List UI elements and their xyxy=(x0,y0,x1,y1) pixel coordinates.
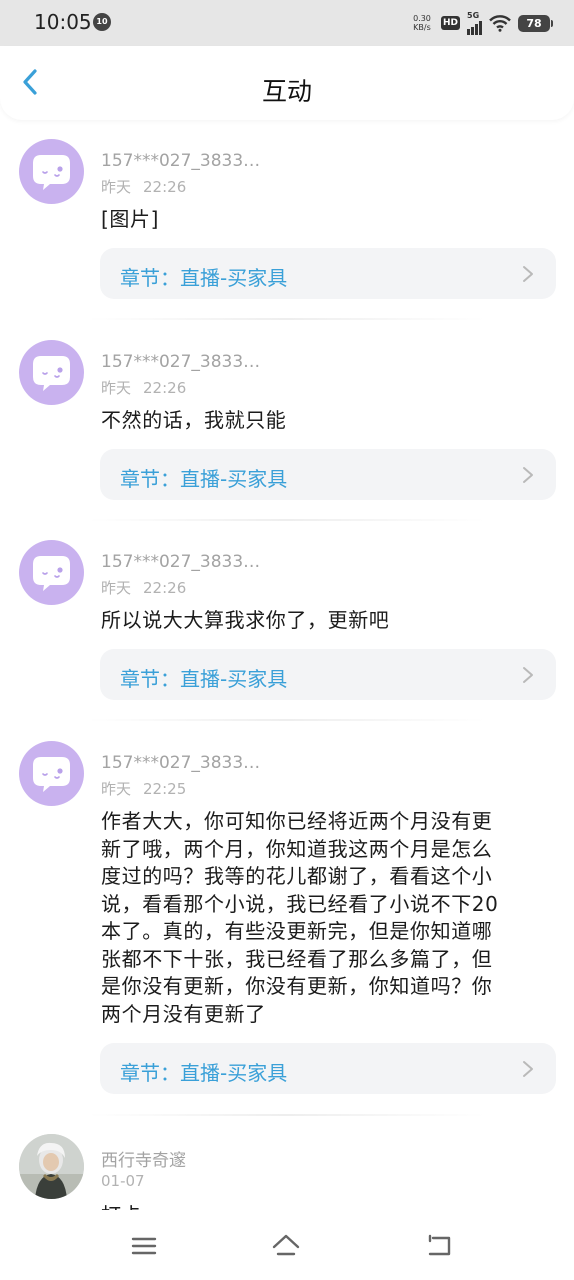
comment-text-line: 作者大大，你可知你已经将近两个月没有更 xyxy=(101,809,493,833)
comment-text: 作者大大，你可知你已经将近两个月没有更 新了哦，两个月，你知道我这两个月是怎么 … xyxy=(101,808,551,1028)
divider xyxy=(88,318,486,320)
header: 互动 xyxy=(0,46,574,120)
comment-text-line: 说，看看那个小说，我已经看了小说不下20 xyxy=(101,891,499,916)
comment-datetime: 01-07 xyxy=(101,1172,145,1190)
home-button[interactable] xyxy=(271,1232,301,1260)
chat-bubble-avatar-icon xyxy=(33,556,70,591)
comment-text: 所以说大大算我求你了，更新吧 xyxy=(101,608,390,632)
notification-badge: 10 xyxy=(93,13,111,31)
comment-text-line: 度过的吗？我等的花儿都谢了，看看这个小 xyxy=(101,864,493,888)
username[interactable]: 157***027_3833… xyxy=(101,151,260,171)
divider xyxy=(88,1114,486,1116)
comment-time: 22:26 xyxy=(143,579,187,597)
menu-button[interactable] xyxy=(129,1232,159,1260)
avatar[interactable] xyxy=(19,540,84,605)
system-back-button[interactable] xyxy=(424,1232,454,1260)
comment-text-line: 新了哦，两个月，你知道我这两个月是怎么 xyxy=(101,836,493,861)
chevron-right-icon xyxy=(523,467,533,483)
comment-time: 22:26 xyxy=(143,379,187,397)
comment-text-line: 是你没有更新，你没有更新，你知道吗？你 xyxy=(101,974,493,998)
comment-text-line: 两个月没有更新了 xyxy=(101,1001,266,1026)
chapter-label: 章节：直播-买家具 xyxy=(120,266,288,290)
comment-datetime: 昨天 22:26 xyxy=(101,377,186,398)
chapter-link[interactable]: 章节：直播-买家具 xyxy=(100,1043,556,1094)
status-indicators: 0.30 KB/s HD 5G 78 xyxy=(410,10,553,36)
chapter-label: 章节：直播-买家具 xyxy=(120,1061,288,1085)
divider xyxy=(88,519,486,521)
comment-time: 22:25 xyxy=(143,780,187,798)
comment-list[interactable]: 157***027_3833… 昨天 22:26 [图片] 章节：直播-买家具 1… xyxy=(0,120,574,1210)
chapter-link[interactable]: 章节：直播-买家具 xyxy=(100,449,556,500)
username[interactable]: 157***027_3833… xyxy=(101,552,260,572)
chevron-right-icon xyxy=(523,266,533,282)
status-time: 10:05 xyxy=(34,10,92,34)
system-nav-bar xyxy=(0,1210,574,1280)
signal-icon: 5G xyxy=(467,10,482,35)
menu-icon xyxy=(131,1237,157,1255)
avatar[interactable] xyxy=(19,139,84,204)
comment-date: 昨天 xyxy=(101,178,132,196)
status-bar: 10:05 10 0.30 KB/s HD 5G 78 xyxy=(0,0,574,46)
page-title: 互动 xyxy=(261,77,312,106)
avatar[interactable] xyxy=(19,1134,84,1199)
comment-text-line: 本了。真的，有些没更新完，但是你知道哪 xyxy=(101,919,493,943)
chapter-label: 章节：直播-买家具 xyxy=(120,467,288,491)
comment-text-line: 张都不下十张，我已经看了那么多篇了，但 xyxy=(101,946,493,971)
comment-datetime: 昨天 22:25 xyxy=(101,778,186,799)
chat-bubble-avatar-icon xyxy=(33,356,70,391)
back-icon xyxy=(428,1234,451,1256)
battery-indicator: 78 xyxy=(518,14,553,32)
comment-date: 01-07 xyxy=(101,1172,145,1190)
comment-datetime: 昨天 22:26 xyxy=(101,577,186,598)
chevron-right-icon xyxy=(523,667,533,683)
chevron-right-icon xyxy=(523,1061,533,1077)
user-photo-avatar-icon xyxy=(19,1134,84,1199)
username[interactable]: 157***027_3833… xyxy=(101,352,260,372)
comment-text: 不然的话，我就只能 xyxy=(101,408,287,432)
comment-date: 昨天 xyxy=(101,579,132,597)
comment-text: 打卡 xyxy=(101,1202,551,1210)
chapter-link[interactable]: 章节：直播-买家具 xyxy=(100,649,556,700)
divider xyxy=(88,719,486,721)
username[interactable]: 157***027_3833… xyxy=(101,753,260,773)
comment-datetime: 昨天 22:26 xyxy=(101,176,186,197)
comment-date: 昨天 xyxy=(101,379,132,397)
net-speed-unit: KB/s xyxy=(413,23,431,32)
hd-badge: HD xyxy=(440,16,460,30)
net-speed-value: 0.30 xyxy=(413,14,431,23)
network-type: 5G xyxy=(467,10,480,20)
chat-bubble-avatar-icon xyxy=(33,757,70,792)
wifi-icon xyxy=(489,15,511,32)
chapter-label: 章节：直播-买家具 xyxy=(120,667,288,691)
net-speed: 0.30 KB/s xyxy=(410,14,434,32)
username[interactable]: 西行寺奇邃 xyxy=(101,1146,186,1171)
avatar[interactable] xyxy=(19,340,84,405)
chat-bubble-avatar-icon xyxy=(33,155,70,190)
comment-text: [图片] xyxy=(101,207,160,231)
comment-date: 昨天 xyxy=(101,780,132,798)
home-icon xyxy=(272,1234,300,1256)
avatar[interactable] xyxy=(19,741,84,806)
chapter-link[interactable]: 章节：直播-买家具 xyxy=(100,248,556,299)
comment-time: 22:26 xyxy=(143,178,187,196)
